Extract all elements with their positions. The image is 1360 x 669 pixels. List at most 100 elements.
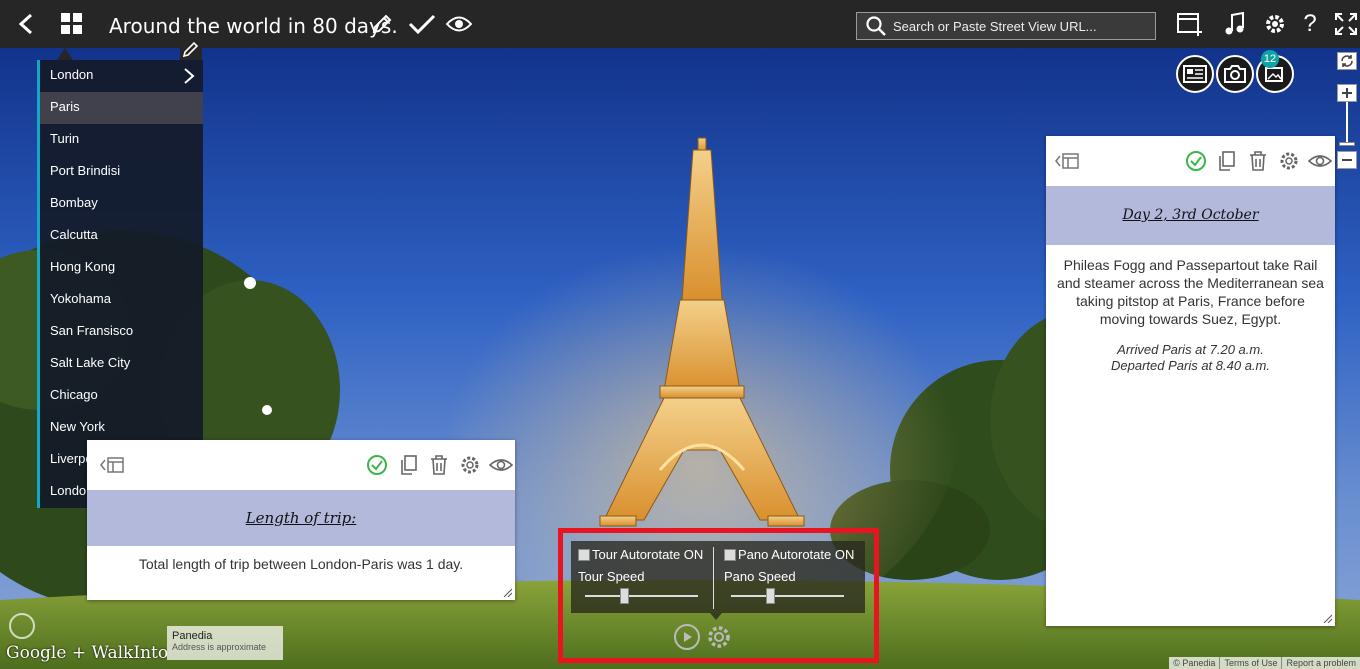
collapse-panel-icon[interactable] bbox=[99, 454, 125, 476]
pano-autorotate-checkbox[interactable] bbox=[724, 548, 736, 561]
day-info-panel: Day 2, 3rd October Phileas Fogg and Pass… bbox=[1046, 136, 1335, 626]
collapse-panel-icon[interactable] bbox=[1054, 150, 1080, 172]
zoom-slider-track[interactable] bbox=[1346, 102, 1348, 142]
list-item-label: Hong Kong bbox=[50, 259, 116, 274]
list-item[interactable]: Port Brindisi bbox=[40, 156, 203, 188]
list-item[interactable]: London bbox=[40, 60, 203, 92]
zoom-slider-thumb[interactable] bbox=[1339, 142, 1355, 146]
trash-icon[interactable] bbox=[1247, 150, 1269, 172]
tour-title: Around the world in 80 days. bbox=[109, 14, 398, 38]
panel-heading: Day 2, 3rd October bbox=[1046, 186, 1335, 245]
list-item-label: Bombay bbox=[50, 195, 98, 210]
chevron-right-icon bbox=[184, 68, 195, 84]
list-item-label: San Fransisco bbox=[50, 323, 134, 338]
check-circle-icon[interactable] bbox=[1185, 150, 1207, 172]
panel-settings-icon[interactable] bbox=[459, 454, 481, 476]
compass-icon[interactable] bbox=[9, 613, 35, 639]
tour-autorotate-checkbox[interactable] bbox=[578, 548, 590, 561]
list-item-label: Paris bbox=[50, 99, 80, 114]
help-icon[interactable]: ? bbox=[1294, 8, 1326, 40]
copy-icon[interactable] bbox=[398, 454, 420, 476]
autorotate-panel: Tour Autorotate ON Tour Speed Pano Autor… bbox=[571, 541, 865, 613]
panel-body-text: Total length of trip between London-Pari… bbox=[138, 556, 464, 572]
search-box[interactable] bbox=[856, 12, 1156, 40]
street-view-search-input[interactable] bbox=[893, 18, 1143, 34]
fullscreen-icon[interactable] bbox=[1330, 8, 1360, 40]
list-item-label: Salt Lake City bbox=[50, 355, 131, 370]
check-circle-icon[interactable] bbox=[366, 454, 388, 476]
panel-toolbar bbox=[1046, 136, 1335, 186]
list-item[interactable]: Bombay bbox=[40, 188, 203, 220]
edit-pencil-icon[interactable] bbox=[366, 8, 398, 40]
autorotate-divider bbox=[713, 547, 714, 609]
list-item[interactable]: Salt Lake City bbox=[40, 348, 203, 380]
list-item-label: Port Brindisi bbox=[50, 163, 121, 178]
tour-autorotate-label: Tour Autorotate ON bbox=[592, 547, 704, 562]
report-problem-link[interactable]: Report a problem bbox=[1281, 657, 1360, 669]
panel-body-text: Phileas Fogg and Passepartout take Rail … bbox=[1057, 257, 1324, 327]
search-icon bbox=[866, 16, 886, 36]
rotate-view-button[interactable] bbox=[1337, 52, 1357, 70]
resize-handle-icon[interactable] bbox=[1322, 613, 1332, 623]
zoom-out-button[interactable] bbox=[1337, 151, 1357, 169]
info-card-button[interactable] bbox=[1176, 55, 1214, 93]
settings-gear-icon[interactable] bbox=[1259, 8, 1291, 40]
visibility-icon[interactable] bbox=[1308, 150, 1332, 172]
pano-speed-slider-thumb[interactable] bbox=[766, 588, 776, 604]
tour-speed-slider[interactable] bbox=[585, 588, 698, 604]
info-card-icon bbox=[1183, 65, 1207, 83]
list-item[interactable]: Yokohama bbox=[40, 284, 203, 316]
back-icon[interactable] bbox=[10, 8, 42, 40]
list-item-label: London bbox=[50, 67, 94, 82]
list-item[interactable]: San Fransisco bbox=[40, 316, 203, 348]
list-item[interactable]: Hong Kong bbox=[40, 252, 203, 284]
tour-speed-slider-thumb[interactable] bbox=[620, 588, 630, 604]
list-item[interactable]: Chicago bbox=[40, 380, 203, 412]
panel-toolbar bbox=[87, 440, 515, 490]
list-item-label: Turin bbox=[50, 131, 80, 146]
tour-speed-label: Tour Speed bbox=[578, 569, 645, 584]
pano-autorotate-label: Pano Autorotate ON bbox=[738, 547, 855, 562]
zoom-in-button[interactable] bbox=[1337, 84, 1357, 102]
google-walkinto-logo: Google + WalkInto bbox=[6, 643, 169, 663]
map-footer-links: © Panedia Terms of Use Report a problem bbox=[1169, 657, 1360, 669]
music-icon[interactable] bbox=[1219, 8, 1251, 40]
plus-icon bbox=[1342, 88, 1352, 98]
pano-speed-slider[interactable] bbox=[731, 588, 844, 604]
panel-settings-icon[interactable] bbox=[1278, 150, 1300, 172]
edit-list-icon[interactable] bbox=[180, 40, 202, 60]
add-scene-icon[interactable] bbox=[1174, 8, 1206, 40]
pano-autorotate-toggle[interactable]: Pano Autorotate ON bbox=[724, 547, 854, 562]
list-item[interactable]: Turin bbox=[40, 124, 203, 156]
autorotate-settings-icon[interactable] bbox=[705, 623, 733, 651]
grid-menu-icon[interactable] bbox=[56, 8, 88, 40]
copy-icon[interactable] bbox=[1216, 150, 1238, 172]
tour-autorotate-group: Tour Autorotate ON Tour Speed bbox=[571, 541, 717, 613]
pano-autorotate-group: Pano Autorotate ON Pano Speed bbox=[717, 541, 863, 613]
departure-time-text: Departed Paris at 8.40 a.m. bbox=[1111, 358, 1270, 373]
list-item[interactable]: Calcutta bbox=[40, 220, 203, 252]
arrival-time-text: Arrived Paris at 7.20 a.m. bbox=[1117, 342, 1264, 357]
minus-icon bbox=[1342, 159, 1352, 161]
panel-pointer bbox=[710, 613, 722, 620]
trash-icon[interactable] bbox=[428, 454, 450, 476]
list-item-label: New York bbox=[50, 419, 105, 434]
camera-icon bbox=[1224, 65, 1246, 83]
pano-speed-label: Pano Speed bbox=[724, 569, 796, 584]
copyright-text: © Panedia bbox=[1173, 658, 1216, 668]
play-tour-button[interactable] bbox=[674, 624, 700, 650]
visibility-icon[interactable] bbox=[489, 454, 513, 476]
address-name: Panedia bbox=[172, 630, 213, 642]
checkmark-icon[interactable] bbox=[406, 8, 438, 40]
address-box[interactable]: Panedia Address is approximate bbox=[167, 626, 283, 660]
eye-icon[interactable] bbox=[443, 8, 475, 40]
tour-autorotate-toggle[interactable]: Tour Autorotate ON bbox=[578, 547, 703, 562]
list-item[interactable]: Paris bbox=[40, 92, 203, 124]
top-toolbar: Around the world in 80 days. ? bbox=[0, 0, 1360, 48]
camera-button[interactable] bbox=[1216, 55, 1254, 93]
menu-pointer bbox=[57, 48, 73, 60]
trip-length-panel: Length of trip: Total length of trip bet… bbox=[87, 440, 515, 600]
play-icon bbox=[684, 632, 692, 642]
terms-link[interactable]: Terms of Use bbox=[1219, 657, 1281, 669]
resize-handle-icon[interactable] bbox=[502, 587, 512, 597]
